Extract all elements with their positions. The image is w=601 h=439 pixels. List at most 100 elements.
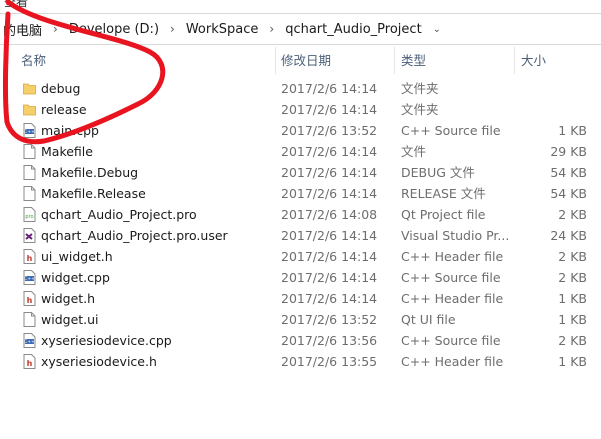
file-type: C++ Source file [401,270,501,285]
file-row[interactable]: Makefile 2017/2/6 14:14 文件 29 KB [0,141,601,162]
file-name: widget.ui [41,312,99,327]
column-header-size[interactable]: 大小 [521,47,546,74]
file-modified-date: 2017/2/6 13:55 [281,354,378,369]
file-row[interactable]: Makefile.Debug 2017/2/6 14:14 DEBUG 文件 54 K… [0,162,601,183]
column-header-name[interactable]: 名称 [21,47,46,74]
file-row[interactable]: C++ main.cpp 2017/2/6 13:52 C++ Source file… [0,120,601,141]
file-name: xyseriesiodevice.cpp [41,333,172,348]
file-row[interactable]: h xyseriesiodevice.h 2017/2/6 13:55 C++ Hea… [0,351,601,372]
file-type: 文件夹 [401,81,439,96]
qt-project-icon: pro [23,207,36,222]
file-size: 54 KB [550,165,587,180]
file-name: Makefile.Release [41,186,146,201]
column-header-row: 名称 修改日期 类型 大小 [0,47,601,74]
folder-icon [23,81,36,96]
folder-icon [23,102,36,117]
file-row[interactable]: qchart_Audio_Project.pro.user 2017/2/6 14… [0,225,601,246]
file-row[interactable]: h ui_widget.h 2017/2/6 14:14 C++ Header fil… [0,246,601,267]
file-row[interactable]: pro qchart_Audio_Project.pro 2017/2/6 14:0… [0,204,601,225]
file-modified-date: 2017/2/6 14:14 [281,144,378,159]
svg-text:h: h [27,296,33,305]
column-divider[interactable] [394,47,395,74]
file-type: Qt UI file [401,312,456,327]
file-modified-date: 2017/2/6 14:14 [281,228,378,243]
file-name: release [41,102,87,117]
column-header-date[interactable]: 修改日期 [281,47,331,74]
chevron-right-icon[interactable]: › [261,22,282,36]
file-name: qchart_Audio_Project.pro [41,207,197,222]
file-name: debug [41,81,81,96]
breadcrumb-project-folder[interactable]: qchart_Audio_Project [282,22,424,37]
menu-bar[interactable]: 查看 [0,0,601,12]
file-size: 24 KB [550,228,587,243]
file-type: Visual Studio Pr... [401,228,510,243]
file-type: C++ Source file [401,123,501,138]
chevron-down-icon[interactable]: ⌄ [425,24,449,35]
file-type: C++ Header file [401,354,504,369]
file-modified-date: 2017/2/6 14:14 [281,270,378,285]
file-list: debug 2017/2/6 14:14 文件夹 release 2017/2/6 14… [0,78,601,372]
file-modified-date: 2017/2/6 13:52 [281,312,378,327]
file-name: qchart_Audio_Project.pro.user [41,228,228,243]
file-name: widget.h [41,291,96,306]
cpp-source-icon: C++ [23,270,36,285]
blank-file-icon [23,312,36,327]
file-type: C++ Source file [401,333,501,348]
file-row[interactable]: Makefile.Release 2017/2/6 14:14 RELEASE 文件… [0,183,601,204]
column-divider[interactable] [514,47,515,74]
cpp-header-icon: h [23,354,36,369]
file-modified-date: 2017/2/6 14:14 [281,291,378,306]
blank-file-icon [23,186,36,201]
svg-text:pro: pro [25,214,33,220]
cpp-header-icon: h [23,291,36,306]
svg-text:C++: C++ [24,129,35,135]
file-row[interactable]: C++ xyseriesiodevice.cpp 2017/2/6 13:56 C++… [0,330,601,351]
column-divider[interactable] [275,47,276,74]
file-modified-date: 2017/2/6 14:14 [281,81,378,96]
file-size: 2 KB [558,207,587,222]
breadcrumb-drive[interactable]: Develope (D:) [66,22,162,37]
column-header-type[interactable]: 类型 [401,47,426,74]
address-bar[interactable]: 的电脑 › Develope (D:) › WorkSpace › qchart… [0,13,601,45]
svg-text:C++: C++ [24,276,35,282]
file-type: 文件 [401,144,427,159]
svg-text:h: h [27,254,33,263]
file-size: 2 KB [558,333,587,348]
file-row[interactable]: debug 2017/2/6 14:14 文件夹 [0,78,601,99]
svg-text:h: h [27,359,33,368]
menu-view-label[interactable]: 查看 [4,0,28,10]
file-type: C++ Header file [401,249,504,264]
svg-text:C++: C++ [24,339,35,345]
cpp-header-icon: h [23,249,36,264]
breadcrumb-this-pc[interactable]: 的电脑 [0,20,45,39]
file-size: 54 KB [550,186,587,201]
file-size: 29 KB [550,144,587,159]
file-modified-date: 2017/2/6 14:14 [281,165,378,180]
file-name: widget.cpp [41,270,110,285]
cpp-source-icon: C++ [23,123,36,138]
blank-file-icon [23,165,36,180]
file-size: 2 KB [558,270,587,285]
file-size: 1 KB [558,312,587,327]
file-row[interactable]: C++ widget.cpp 2017/2/6 14:14 C++ Source fi… [0,267,601,288]
file-row[interactable]: release 2017/2/6 14:14 文件夹 [0,99,601,120]
file-name: Makefile [41,144,93,159]
file-name: main.cpp [41,123,99,138]
file-modified-date: 2017/2/6 14:14 [281,186,378,201]
file-row[interactable]: widget.ui 2017/2/6 13:52 Qt UI file 1 KB [0,309,601,330]
cpp-source-icon: C++ [23,333,36,348]
file-type: C++ Header file [401,291,504,306]
file-size: 1 KB [558,291,587,306]
file-modified-date: 2017/2/6 13:56 [281,333,378,348]
blank-file-icon [23,144,36,159]
breadcrumb-workspace[interactable]: WorkSpace [183,22,262,37]
file-size: 2 KB [558,249,587,264]
chevron-right-icon[interactable]: › [45,22,66,36]
visual-studio-icon [23,228,36,243]
file-name: ui_widget.h [41,249,113,264]
file-row[interactable]: h widget.h 2017/2/6 14:14 C++ Header file 1 … [0,288,601,309]
file-modified-date: 2017/2/6 14:14 [281,102,378,117]
file-type: RELEASE 文件 [401,186,486,201]
file-name: Makefile.Debug [41,165,139,180]
chevron-right-icon[interactable]: › [162,22,183,36]
